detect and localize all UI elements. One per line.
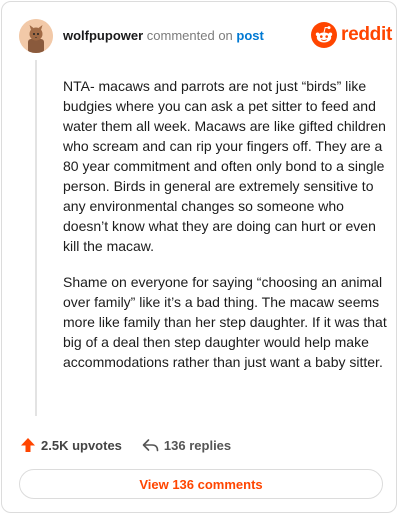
upvote-count: 2.5K upvotes [41,437,122,453]
reddit-logo-icon [311,22,337,48]
comment-paragraph: Shame on everyone for saying “choosing a… [63,274,387,370]
thread-line[interactable] [35,60,37,416]
view-comments-button[interactable]: View 136 comments [19,469,383,499]
upvote-button[interactable]: 2.5K upvotes [20,437,122,453]
post-link[interactable]: post [236,28,263,43]
comment-card: wolfpupower commented on post reddit NTA… [1,1,397,513]
comment-paragraph: NTA- macaws and parrots are not just “bi… [63,78,386,254]
avatar[interactable] [19,19,53,53]
reddit-logo[interactable]: reddit [311,22,392,48]
username[interactable]: wolfpupower [63,28,143,43]
reply-arrow-icon [142,439,159,452]
comment-actions: 2.5K upvotes 136 replies [20,435,231,455]
reddit-wordmark: reddit [341,24,392,45]
comment-body: NTA- macaws and parrots are not just “bi… [63,76,389,388]
upvote-arrow-icon [21,438,35,452]
reply-button[interactable]: 136 replies [142,437,231,453]
reply-count: 136 replies [163,437,232,453]
avatar-icon [19,19,53,53]
commented-on-label: commented on [146,28,233,43]
comment-header: wolfpupower commented on post [63,28,264,44]
